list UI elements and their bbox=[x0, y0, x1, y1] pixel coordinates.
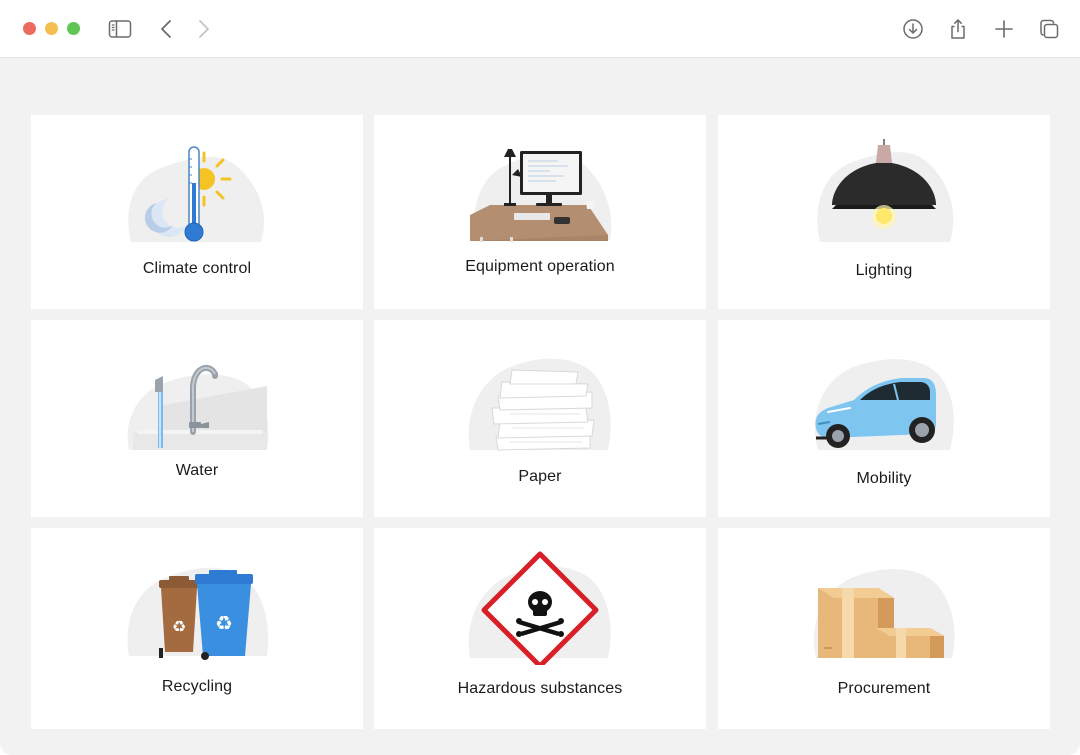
svg-text:♻: ♻ bbox=[172, 617, 186, 636]
card-label: Recycling bbox=[161, 678, 233, 695]
card-hazardous-substances[interactable]: Hazardous substances bbox=[374, 528, 706, 729]
card-climate-control[interactable]: Climate control bbox=[31, 115, 363, 309]
hazardous-substances-icon bbox=[468, 551, 611, 665]
recycling-icon: ♻ ♻ bbox=[127, 567, 269, 660]
card-procurement[interactable]: Procurement bbox=[718, 528, 1050, 729]
share-icon[interactable] bbox=[946, 17, 970, 41]
lighting-icon bbox=[817, 139, 954, 242]
water-icon bbox=[127, 364, 269, 450]
card-water[interactable]: Water bbox=[31, 320, 363, 517]
tabs-overview-icon[interactable] bbox=[1037, 17, 1061, 41]
browser-window: Climate control Equipment operation Ligh… bbox=[0, 0, 1080, 755]
mobility-icon bbox=[814, 359, 954, 450]
card-label: Procurement bbox=[837, 680, 931, 697]
close-window-button[interactable] bbox=[23, 22, 36, 35]
new-tab-icon[interactable] bbox=[992, 17, 1016, 41]
card-label: Mobility bbox=[856, 470, 912, 487]
procurement-icon bbox=[813, 569, 955, 658]
svg-text:♻: ♻ bbox=[215, 611, 233, 635]
forward-icon[interactable] bbox=[191, 17, 215, 41]
card-mobility[interactable]: Mobility bbox=[718, 320, 1050, 517]
paper-icon bbox=[468, 358, 611, 451]
minimize-window-button[interactable] bbox=[45, 22, 58, 35]
sidebar-icon[interactable] bbox=[108, 17, 132, 41]
climate-control-icon bbox=[128, 146, 265, 242]
card-label: Paper bbox=[518, 468, 562, 485]
zoom-window-button[interactable] bbox=[67, 22, 80, 35]
card-paper[interactable]: Paper bbox=[374, 320, 706, 517]
browser-toolbar bbox=[0, 0, 1080, 58]
card-label: Water bbox=[175, 462, 219, 479]
card-recycling[interactable]: ♻ ♻ Recycling bbox=[31, 528, 363, 729]
back-icon[interactable] bbox=[155, 17, 179, 41]
equipment-operation-icon bbox=[470, 149, 612, 242]
card-label: Equipment operation bbox=[465, 258, 615, 275]
card-equipment-operation[interactable]: Equipment operation bbox=[374, 115, 706, 309]
card-label: Climate control bbox=[142, 260, 252, 277]
download-icon[interactable] bbox=[901, 17, 925, 41]
category-grid: Climate control Equipment operation Ligh… bbox=[31, 115, 1050, 729]
card-label: Hazardous substances bbox=[457, 680, 623, 697]
card-label: Lighting bbox=[855, 262, 913, 279]
card-lighting[interactable]: Lighting bbox=[718, 115, 1050, 309]
